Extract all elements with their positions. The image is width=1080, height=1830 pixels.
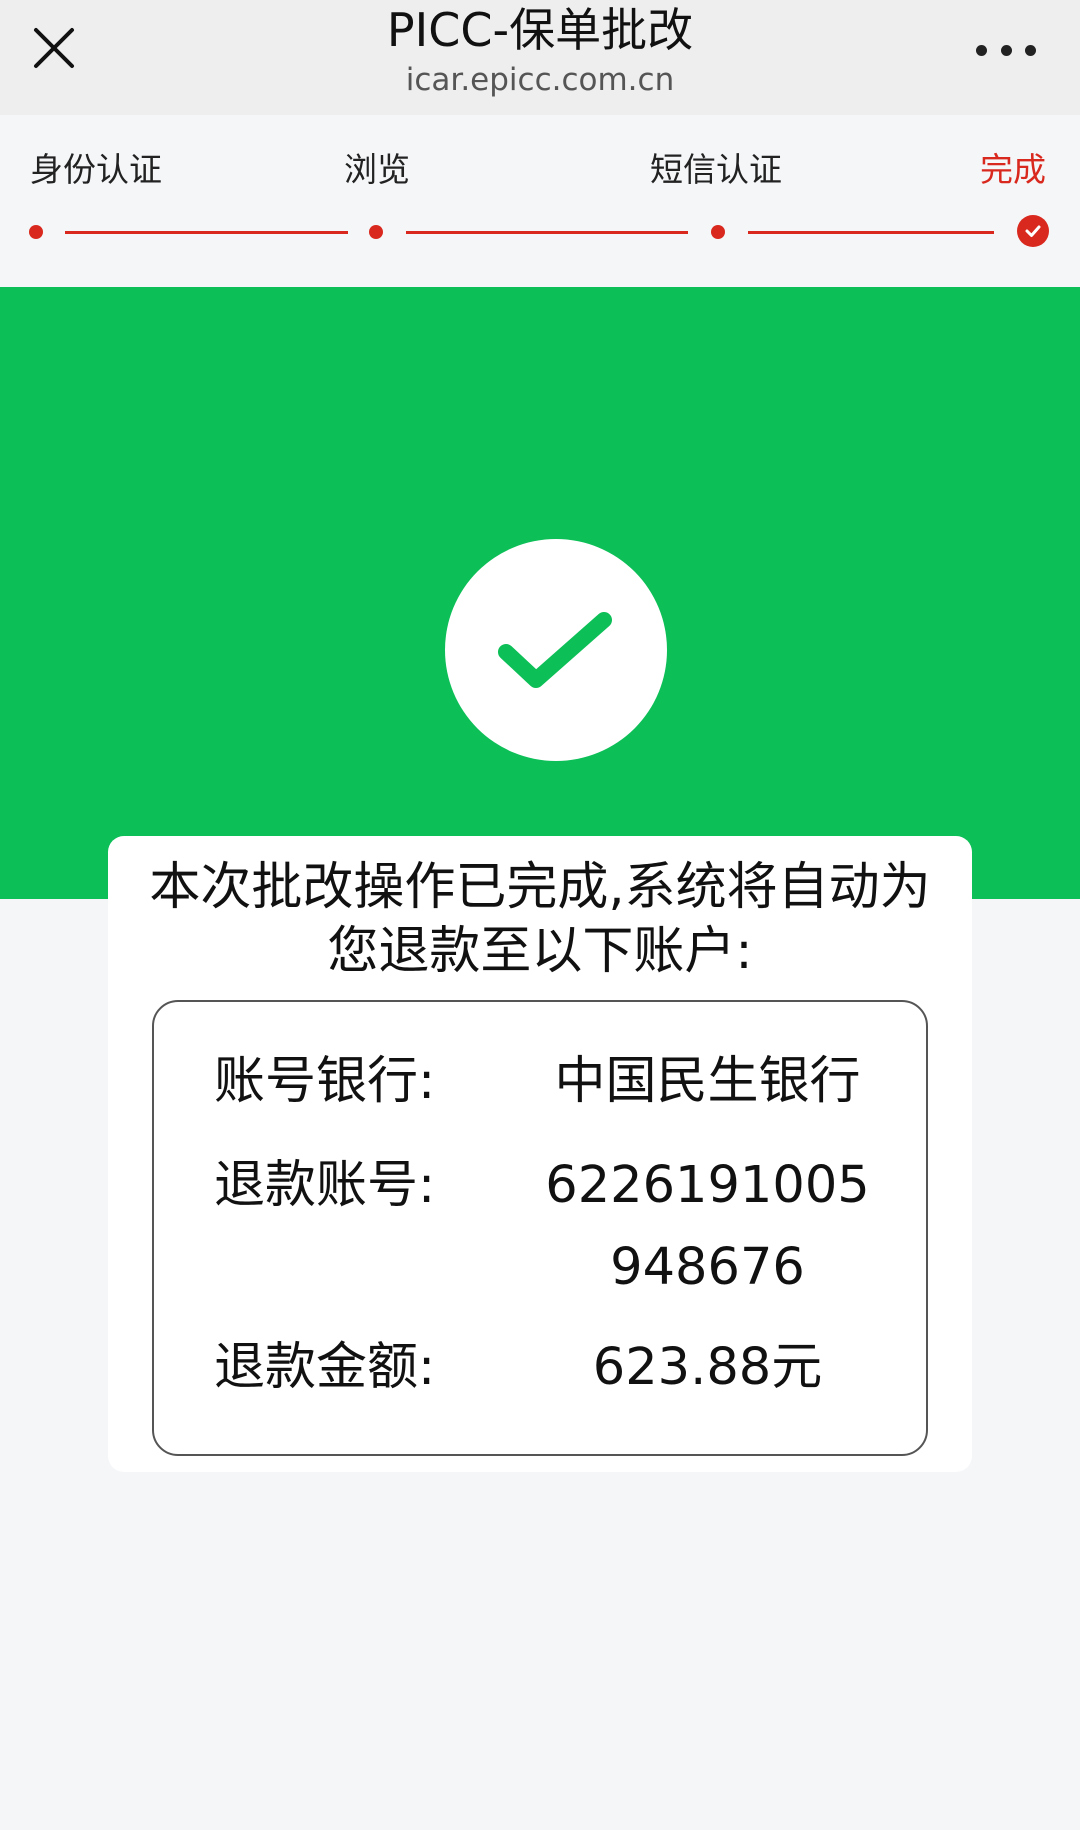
result-message: 本次批改操作已完成,系统将自动为您退款至以下账户: [149, 858, 931, 981]
bank-value: 中国民生银行 [554, 1052, 861, 1111]
top-bar: PICC-保单批改 icar.epicc.com.cn [0, 0, 1080, 115]
step-label-browse: 浏览 [344, 150, 410, 189]
check-circle-icon [1017, 215, 1049, 247]
step-connector [65, 231, 348, 234]
account-value: 6226191005948676 [545, 1156, 870, 1297]
title-block: PICC-保单批改 icar.epicc.com.cn [0, 0, 1080, 98]
more-dots-icon[interactable] [976, 38, 1036, 62]
progress-steps: 身份认证 浏览 短信认证 完成 [0, 115, 1080, 287]
step-dot-browse [369, 225, 383, 239]
step-connector [748, 231, 994, 234]
step-dot-identity [29, 225, 43, 239]
step-connector [406, 231, 688, 234]
amount-label: 退款金额: [214, 1338, 436, 1397]
step-label-complete: 完成 [980, 150, 1046, 189]
bank-label: 账号银行: [214, 1052, 436, 1111]
page-title: PICC-保单批改 [386, 3, 694, 57]
step-label-sms: 短信认证 [650, 150, 782, 189]
account-label: 退款账号: [214, 1156, 436, 1215]
success-banner [0, 287, 1080, 899]
success-badge [445, 539, 667, 761]
step-dot-sms [711, 225, 725, 239]
step-label-identity: 身份认证 [30, 150, 162, 189]
page-url: icar.epicc.com.cn [405, 62, 675, 98]
amount-value: 623.88元 [592, 1338, 823, 1397]
checkmark-icon [498, 612, 612, 688]
